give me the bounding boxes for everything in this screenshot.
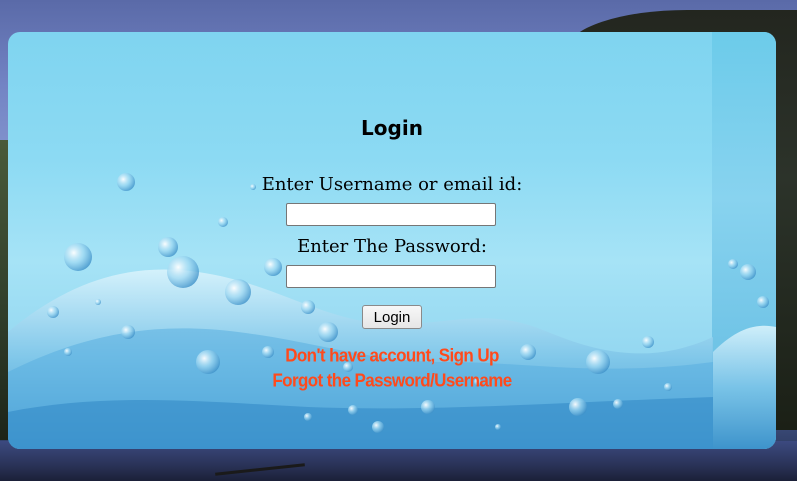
login-button[interactable]: Login — [362, 305, 422, 329]
username-input[interactable] — [286, 203, 496, 226]
forgot-password-link[interactable]: Forgot the Password/Username — [8, 370, 776, 392]
login-title: Login — [361, 116, 423, 140]
login-form: Login Enter Username or email id: Enter … — [8, 32, 776, 449]
login-card: Login Enter Username or email id: Enter … — [8, 32, 776, 449]
username-label: Enter Username or email id: — [261, 174, 523, 195]
password-input[interactable] — [286, 265, 496, 288]
password-label: Enter The Password: — [297, 236, 487, 257]
signup-link[interactable]: Don't have account, Sign Up — [8, 345, 776, 367]
